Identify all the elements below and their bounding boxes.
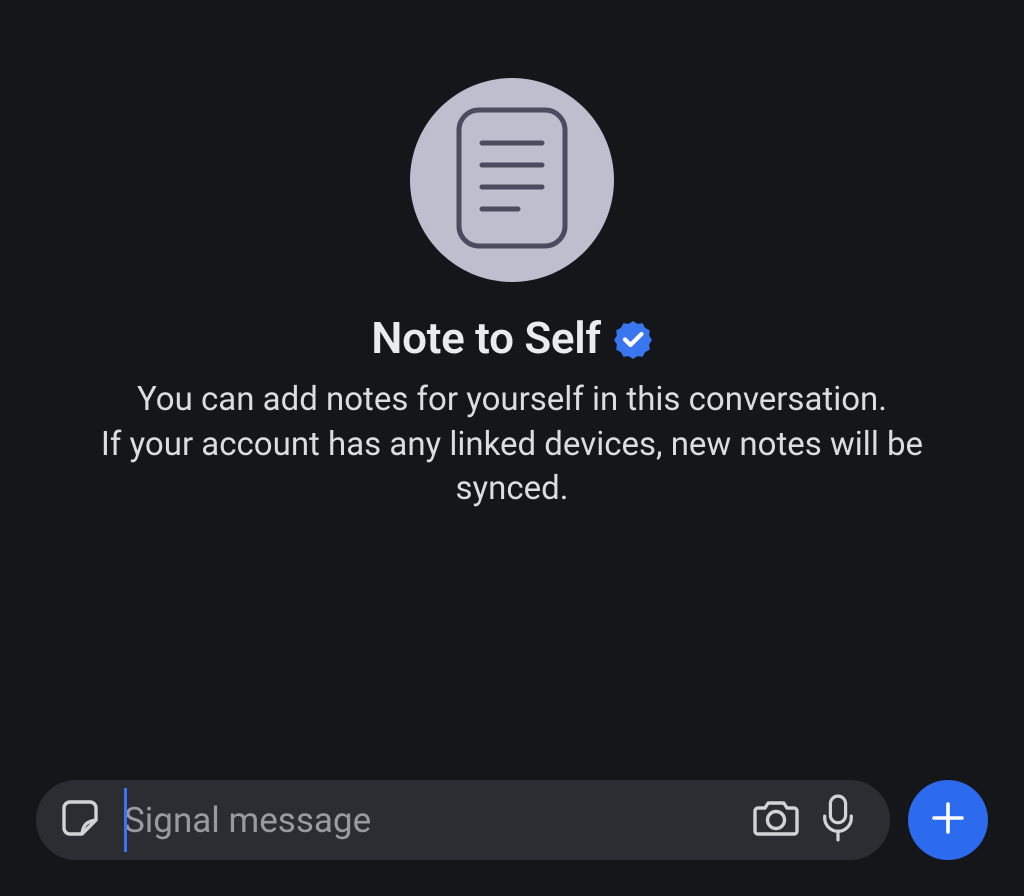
chat-description: You can add notes for yourself in this c… xyxy=(87,378,937,512)
sticker-icon xyxy=(62,796,106,844)
microphone-button[interactable] xyxy=(812,794,864,846)
chat-title-row: Note to Self xyxy=(371,312,653,364)
composer-pill xyxy=(36,780,890,860)
note-document-icon xyxy=(456,107,568,253)
verified-badge-icon xyxy=(613,319,653,359)
chat-avatar xyxy=(410,78,614,282)
microphone-icon xyxy=(819,793,857,847)
sticker-button[interactable] xyxy=(58,794,110,846)
camera-icon xyxy=(752,794,800,846)
composer-bar xyxy=(36,780,988,860)
message-input[interactable] xyxy=(110,800,750,841)
camera-button[interactable] xyxy=(750,794,802,846)
chat-empty-state: Note to Self You can add notes for yours… xyxy=(0,0,1024,512)
add-button[interactable] xyxy=(908,780,988,860)
plus-icon xyxy=(928,798,968,842)
message-input-wrapper xyxy=(110,780,750,860)
chat-title: Note to Self xyxy=(371,312,601,364)
